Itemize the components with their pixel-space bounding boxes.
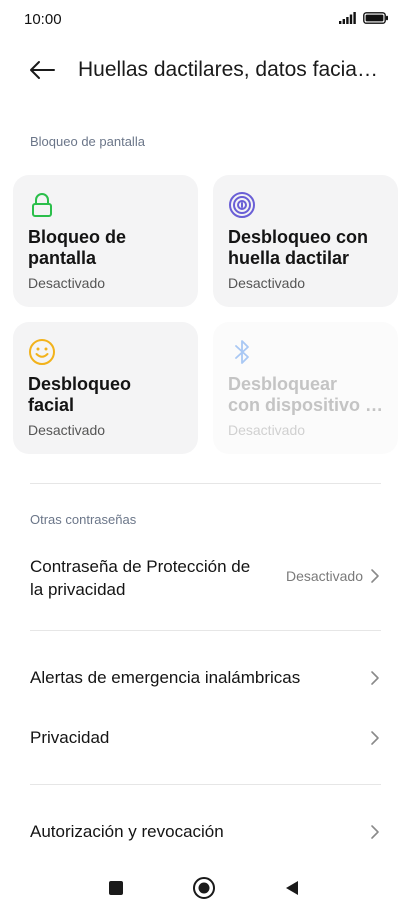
row-label: Autorización y revocación bbox=[30, 822, 224, 841]
lock-icon bbox=[32, 193, 52, 217]
face-icon bbox=[29, 339, 55, 365]
divider bbox=[30, 483, 381, 484]
row-value: Desactivado bbox=[285, 568, 363, 584]
tile-title: Desbloqueo con huella dactilar bbox=[228, 227, 369, 268]
back-button[interactable] bbox=[26, 54, 58, 86]
tile-device-unlock: Desbloquear con dispositivo … Desactivad… bbox=[213, 322, 398, 454]
tile-status: Desactivado bbox=[28, 275, 106, 291]
tile-screen-lock[interactable]: Bloqueo de pantalla Desactivado bbox=[13, 175, 198, 307]
tile-title: Bloqueo de pantalla bbox=[28, 227, 126, 268]
row-label-line1: Contraseña de Protección de bbox=[30, 557, 251, 576]
tile-title: Desbloqueo facial bbox=[28, 374, 183, 416]
tile-status: Desactivado bbox=[228, 275, 306, 291]
screen: 10:00 Huellas dactilares, datos facia… B… bbox=[0, 0, 411, 914]
row-privacy-protection-password[interactable]: Contraseña de Protección de la privacida… bbox=[0, 548, 411, 608]
tile-title-line2: con dispositivo … bbox=[228, 395, 383, 415]
status-bar: 10:00 bbox=[0, 0, 411, 40]
tile-status: Desactivado bbox=[28, 422, 106, 438]
tile-face-unlock[interactable]: Desbloqueo facial Desactivado bbox=[13, 322, 198, 454]
tile-title-line2: facial bbox=[28, 395, 75, 415]
back-nav-button[interactable] bbox=[278, 874, 306, 902]
home-button[interactable] bbox=[190, 874, 218, 902]
chevron-right-icon bbox=[371, 569, 379, 583]
home-circle-icon bbox=[193, 877, 215, 899]
arrow-left-icon bbox=[30, 61, 55, 79]
battery-icon bbox=[363, 12, 388, 24]
chevron-right-icon bbox=[371, 671, 379, 685]
row-wireless-emergency-alerts[interactable]: Alertas de emergencia inalámbricas bbox=[0, 656, 411, 700]
page-title: Huellas dactilares, datos facia… bbox=[78, 58, 378, 81]
section-label-other-passwords: Otras contraseñas bbox=[30, 512, 137, 527]
navigation-bar bbox=[0, 860, 411, 914]
header: Huellas dactilares, datos facia… bbox=[0, 48, 411, 92]
tile-fingerprint-unlock[interactable]: Desbloqueo con huella dactilar Desactiva… bbox=[213, 175, 398, 307]
tile-title: Desbloquear con dispositivo … bbox=[228, 374, 383, 416]
row-privacy[interactable]: Privacidad bbox=[0, 716, 411, 760]
row-label-line2: la privacidad bbox=[30, 580, 126, 599]
status-time: 10:00 bbox=[24, 11, 62, 28]
bluetooth-icon bbox=[235, 340, 249, 364]
chevron-right-icon bbox=[371, 825, 379, 839]
fingerprint-icon bbox=[229, 192, 255, 218]
tile-status: Desactivado bbox=[228, 422, 306, 438]
tile-title-line1: Desbloquear bbox=[228, 374, 338, 394]
square-icon bbox=[109, 881, 123, 895]
recent-apps-button[interactable] bbox=[102, 874, 130, 902]
row-label: Contraseña de Protección de la privacida… bbox=[30, 555, 250, 601]
row-label: Privacidad bbox=[30, 728, 110, 747]
row-authorization-revocation[interactable]: Autorización y revocación bbox=[0, 810, 411, 854]
row-label: Alertas de emergencia inalámbricas bbox=[30, 668, 301, 687]
divider bbox=[30, 784, 381, 785]
tile-title-line1: Desbloqueo bbox=[28, 374, 132, 394]
signal-icon bbox=[339, 12, 356, 24]
chevron-right-icon bbox=[371, 731, 379, 745]
section-label-screen-lock: Bloqueo de pantalla bbox=[30, 134, 145, 149]
divider bbox=[30, 630, 381, 631]
status-icons bbox=[339, 12, 389, 24]
triangle-back-icon bbox=[286, 881, 298, 895]
